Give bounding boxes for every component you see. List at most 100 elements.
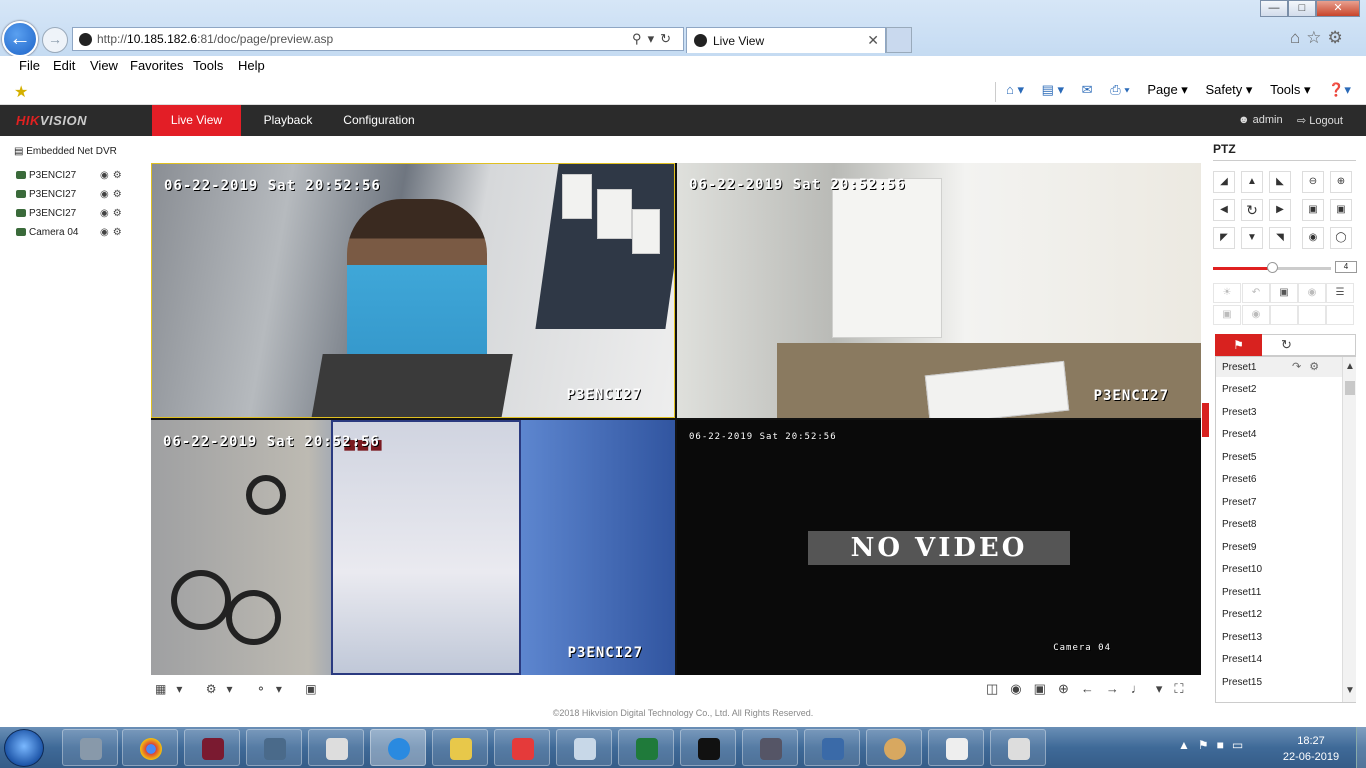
- menu-tools-cmd[interactable]: Tools ▾: [1270, 82, 1311, 98]
- preset-item[interactable]: Preset2: [1222, 384, 1256, 395]
- tab-live-view[interactable]: Live View ✕: [686, 27, 886, 53]
- device-tree-root[interactable]: ▤ Embedded Net DVR: [14, 146, 117, 157]
- 3d-zoom-icon[interactable]: ◉: [1242, 305, 1270, 325]
- taskbar-app[interactable]: [556, 729, 612, 766]
- favorites-star-icon[interactable]: ★: [14, 82, 28, 102]
- ptz-down-right-button[interactable]: ◥: [1269, 227, 1291, 249]
- menu-file[interactable]: File: [19, 58, 40, 73]
- minimize-button[interactable]: —: [1260, 0, 1288, 17]
- video-window-4[interactable]: 06-22-2019 Sat 20:52:56 NO VIDEO Camera …: [677, 420, 1201, 675]
- preset-call-set-icons[interactable]: ↷⚙: [1292, 360, 1327, 373]
- menu-favorites[interactable]: Favorites: [130, 58, 183, 73]
- record-ptz-icons[interactable]: ◉⚙: [100, 208, 126, 219]
- home-icon[interactable]: ⌂ ▾: [1006, 82, 1024, 98]
- taskbar-clock[interactable]: 18:27 22-06-2019: [1276, 733, 1346, 765]
- menu-page[interactable]: Page ▾: [1147, 82, 1188, 98]
- window-layout-icon[interactable]: ▦▾: [155, 682, 192, 696]
- panel-collapse-handle[interactable]: [1202, 403, 1209, 437]
- next-page-icon[interactable]: →: [1106, 681, 1131, 696]
- taskbar-app[interactable]: [246, 729, 302, 766]
- preset-item[interactable]: Preset14: [1222, 654, 1262, 665]
- wiper-icon[interactable]: ↶: [1242, 283, 1270, 303]
- search-refresh-icons[interactable]: ⚲▾↻: [632, 31, 677, 47]
- system-tray-icons[interactable]: ▲⚑■▭: [1178, 738, 1251, 752]
- preset-item[interactable]: Preset12: [1222, 609, 1262, 620]
- mail-icon[interactable]: ✉: [1082, 82, 1093, 98]
- video-window-1[interactable]: 06-22-2019 Sat 20:52:56 P3ENCI27: [151, 163, 675, 418]
- focus-assist-icon[interactable]: ▣: [1270, 283, 1298, 303]
- ptz-auto-button[interactable]: ↻: [1241, 199, 1263, 221]
- preset-item[interactable]: Preset5: [1222, 452, 1256, 463]
- taskbar-app[interactable]: [432, 729, 488, 766]
- record-ptz-icons[interactable]: ◉⚙: [100, 170, 126, 181]
- address-bar[interactable]: http://10.185.182.6:81/doc/page/preview.…: [72, 27, 684, 51]
- preset-item[interactable]: Preset8: [1222, 519, 1256, 530]
- ptz-down-button[interactable]: ▼: [1241, 227, 1263, 249]
- ptz-up-button[interactable]: ▲: [1241, 171, 1263, 193]
- manual-track-icon[interactable]: ▣: [1213, 305, 1241, 325]
- iris-close-icon[interactable]: ◉: [1302, 227, 1324, 249]
- preset-item[interactable]: Preset4: [1222, 429, 1256, 440]
- iris-open-icon[interactable]: ◯: [1330, 227, 1352, 249]
- stream-icon[interactable]: ⚙▾: [206, 682, 243, 696]
- lens-init-icon[interactable]: ◉: [1298, 283, 1326, 303]
- user-menu[interactable]: ☻ admin: [1238, 114, 1283, 126]
- preset-item[interactable]: Preset15: [1222, 677, 1262, 688]
- stop-all-icon[interactable]: ◫: [986, 681, 1010, 696]
- taskbar-excel[interactable]: [618, 729, 674, 766]
- maximize-button[interactable]: □: [1288, 0, 1316, 17]
- preset-scrollbar[interactable]: ▲ ▼: [1342, 357, 1356, 702]
- ptz-right-button[interactable]: ▶: [1269, 199, 1291, 221]
- back-button[interactable]: ←: [2, 21, 38, 57]
- forward-button[interactable]: →: [42, 27, 68, 53]
- tab-preset-flag-icon[interactable]: ⚑: [1215, 334, 1262, 356]
- capture-icon[interactable]: ◉: [1010, 681, 1033, 696]
- preset-item[interactable]: Preset10: [1222, 564, 1262, 575]
- fullscreen-icon[interactable]: ⛶: [1174, 681, 1195, 696]
- microphone-icon[interactable]: ⚬▾: [256, 682, 292, 696]
- taskbar-cmd[interactable]: [680, 729, 736, 766]
- menu-help[interactable]: Help: [238, 58, 265, 73]
- light-icon[interactable]: ☀: [1213, 283, 1241, 303]
- taskbar-app[interactable]: [184, 729, 240, 766]
- focus-far-icon[interactable]: ▣: [1330, 199, 1352, 221]
- menu-tools[interactable]: Tools: [193, 58, 223, 73]
- nav-playback[interactable]: Playback: [253, 105, 323, 136]
- taskbar-app[interactable]: [62, 729, 118, 766]
- nav-live-view[interactable]: Live View: [152, 105, 241, 136]
- ptz-down-left-button[interactable]: ◤: [1213, 227, 1235, 249]
- menu-icon[interactable]: ☰: [1326, 283, 1354, 303]
- preset-item[interactable]: Preset1: [1222, 362, 1256, 373]
- camera-item[interactable]: Camera 04 ◉⚙: [16, 227, 136, 241]
- scroll-down-icon[interactable]: ▼: [1345, 685, 1355, 696]
- taskbar-chrome[interactable]: [122, 729, 178, 766]
- ptz-speed-slider[interactable]: [1267, 262, 1278, 273]
- close-window-button[interactable]: ✕: [1316, 0, 1360, 17]
- camera-item[interactable]: P3ENCI27 ◉⚙: [16, 189, 136, 203]
- scroll-up-icon[interactable]: ▲: [1345, 361, 1355, 372]
- zoom-icon[interactable]: ⊕: [1058, 681, 1081, 696]
- nav-configuration[interactable]: Configuration: [336, 105, 422, 136]
- help-icon[interactable]: ❓▾: [1328, 82, 1351, 98]
- preset-item[interactable]: Preset7: [1222, 497, 1256, 508]
- video-window-2[interactable]: 06-22-2019 Sat 20:52:56 P3ENCI27: [677, 163, 1201, 418]
- taskbar-internet-explorer[interactable]: [370, 729, 426, 766]
- preset-item[interactable]: Preset13: [1222, 632, 1262, 643]
- taskbar-app[interactable]: [742, 729, 798, 766]
- taskbar-app[interactable]: [494, 729, 550, 766]
- new-tab-button[interactable]: [886, 27, 912, 53]
- ptz-view-icon[interactable]: ▣: [305, 682, 326, 696]
- preset-item[interactable]: Preset9: [1222, 542, 1256, 553]
- print-icon[interactable]: ⎙ ▾: [1110, 82, 1129, 98]
- prev-page-icon[interactable]: ←: [1081, 681, 1106, 696]
- taskbar-app[interactable]: [308, 729, 364, 766]
- video-window-3[interactable]: ■■■ 06-22-2019 Sat 20:52:56 P3ENCI27: [151, 420, 675, 675]
- home-star-gear-icons[interactable]: ⌂☆⚙: [1290, 28, 1349, 48]
- preset-item[interactable]: Preset6: [1222, 474, 1256, 485]
- preset-item[interactable]: Preset11: [1222, 587, 1261, 598]
- tab-patrol-icon[interactable]: ↻: [1263, 334, 1310, 356]
- taskbar-app[interactable]: [990, 729, 1046, 766]
- menu-edit[interactable]: Edit: [53, 58, 75, 73]
- focus-near-icon[interactable]: ▣: [1302, 199, 1324, 221]
- feeds-icon[interactable]: ▤ ▾: [1042, 82, 1064, 98]
